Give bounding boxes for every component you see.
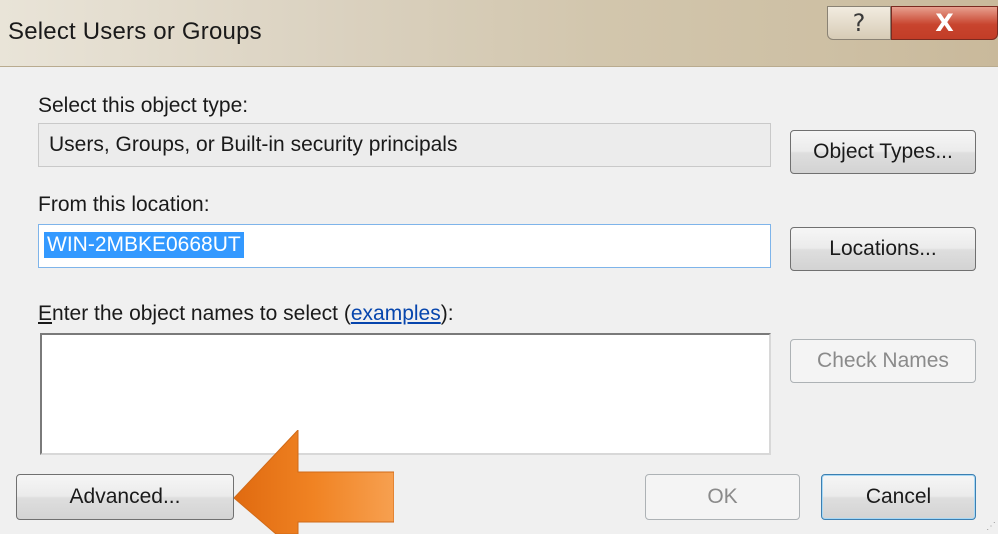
dialog-body: Select this object type: Users, Groups, … bbox=[0, 67, 998, 534]
orange-pointer-arrow-icon bbox=[234, 430, 394, 534]
object-types-button[interactable]: Object Types... bbox=[790, 130, 976, 174]
location-value: WIN-2MBKE0668UT bbox=[44, 232, 244, 258]
close-button[interactable]: X bbox=[891, 6, 998, 40]
check-names-button[interactable]: Check Names bbox=[790, 339, 976, 383]
help-icon: ? bbox=[852, 9, 866, 37]
object-names-input[interactable] bbox=[40, 333, 771, 455]
close-icon: X bbox=[935, 9, 954, 37]
select-users-dialog: Select Users or Groups ? X Select this o… bbox=[0, 0, 998, 534]
location-label: From this location: bbox=[38, 193, 210, 216]
resize-grip-icon[interactable]: ⋰ bbox=[986, 521, 996, 532]
object-types-button-label: Object Types... bbox=[813, 140, 953, 163]
object-type-label: Select this object type: bbox=[38, 94, 249, 117]
cancel-button[interactable]: Cancel bbox=[821, 474, 976, 520]
object-names-label-text: nter the object names to select ( bbox=[52, 302, 351, 325]
ok-button-label: OK bbox=[707, 485, 738, 508]
examples-link[interactable]: examples bbox=[351, 302, 441, 325]
object-names-label: Enter the object names to select (exampl… bbox=[38, 302, 454, 326]
locations-button[interactable]: Locations... bbox=[790, 227, 976, 271]
object-names-label-mnemonic: E bbox=[38, 302, 53, 325]
ok-button[interactable]: OK bbox=[645, 474, 800, 520]
advanced-button[interactable]: Advanced... bbox=[16, 474, 234, 520]
object-type-value: Users, Groups, or Built-in security prin… bbox=[49, 133, 458, 156]
location-field[interactable]: WIN-2MBKE0668UT bbox=[38, 224, 771, 268]
cancel-button-label: Cancel bbox=[865, 485, 932, 508]
locations-button-label: Locations... bbox=[829, 237, 937, 260]
object-names-label-suffix: ): bbox=[440, 302, 454, 325]
object-type-field: Users, Groups, or Built-in security prin… bbox=[38, 123, 771, 167]
title-bar[interactable]: Select Users or Groups ? X bbox=[0, 0, 998, 67]
help-button[interactable]: ? bbox=[827, 6, 891, 40]
check-names-button-label: Check Names bbox=[817, 349, 949, 372]
advanced-button-label: Advanced... bbox=[69, 485, 181, 508]
dialog-title: Select Users or Groups bbox=[8, 18, 262, 45]
